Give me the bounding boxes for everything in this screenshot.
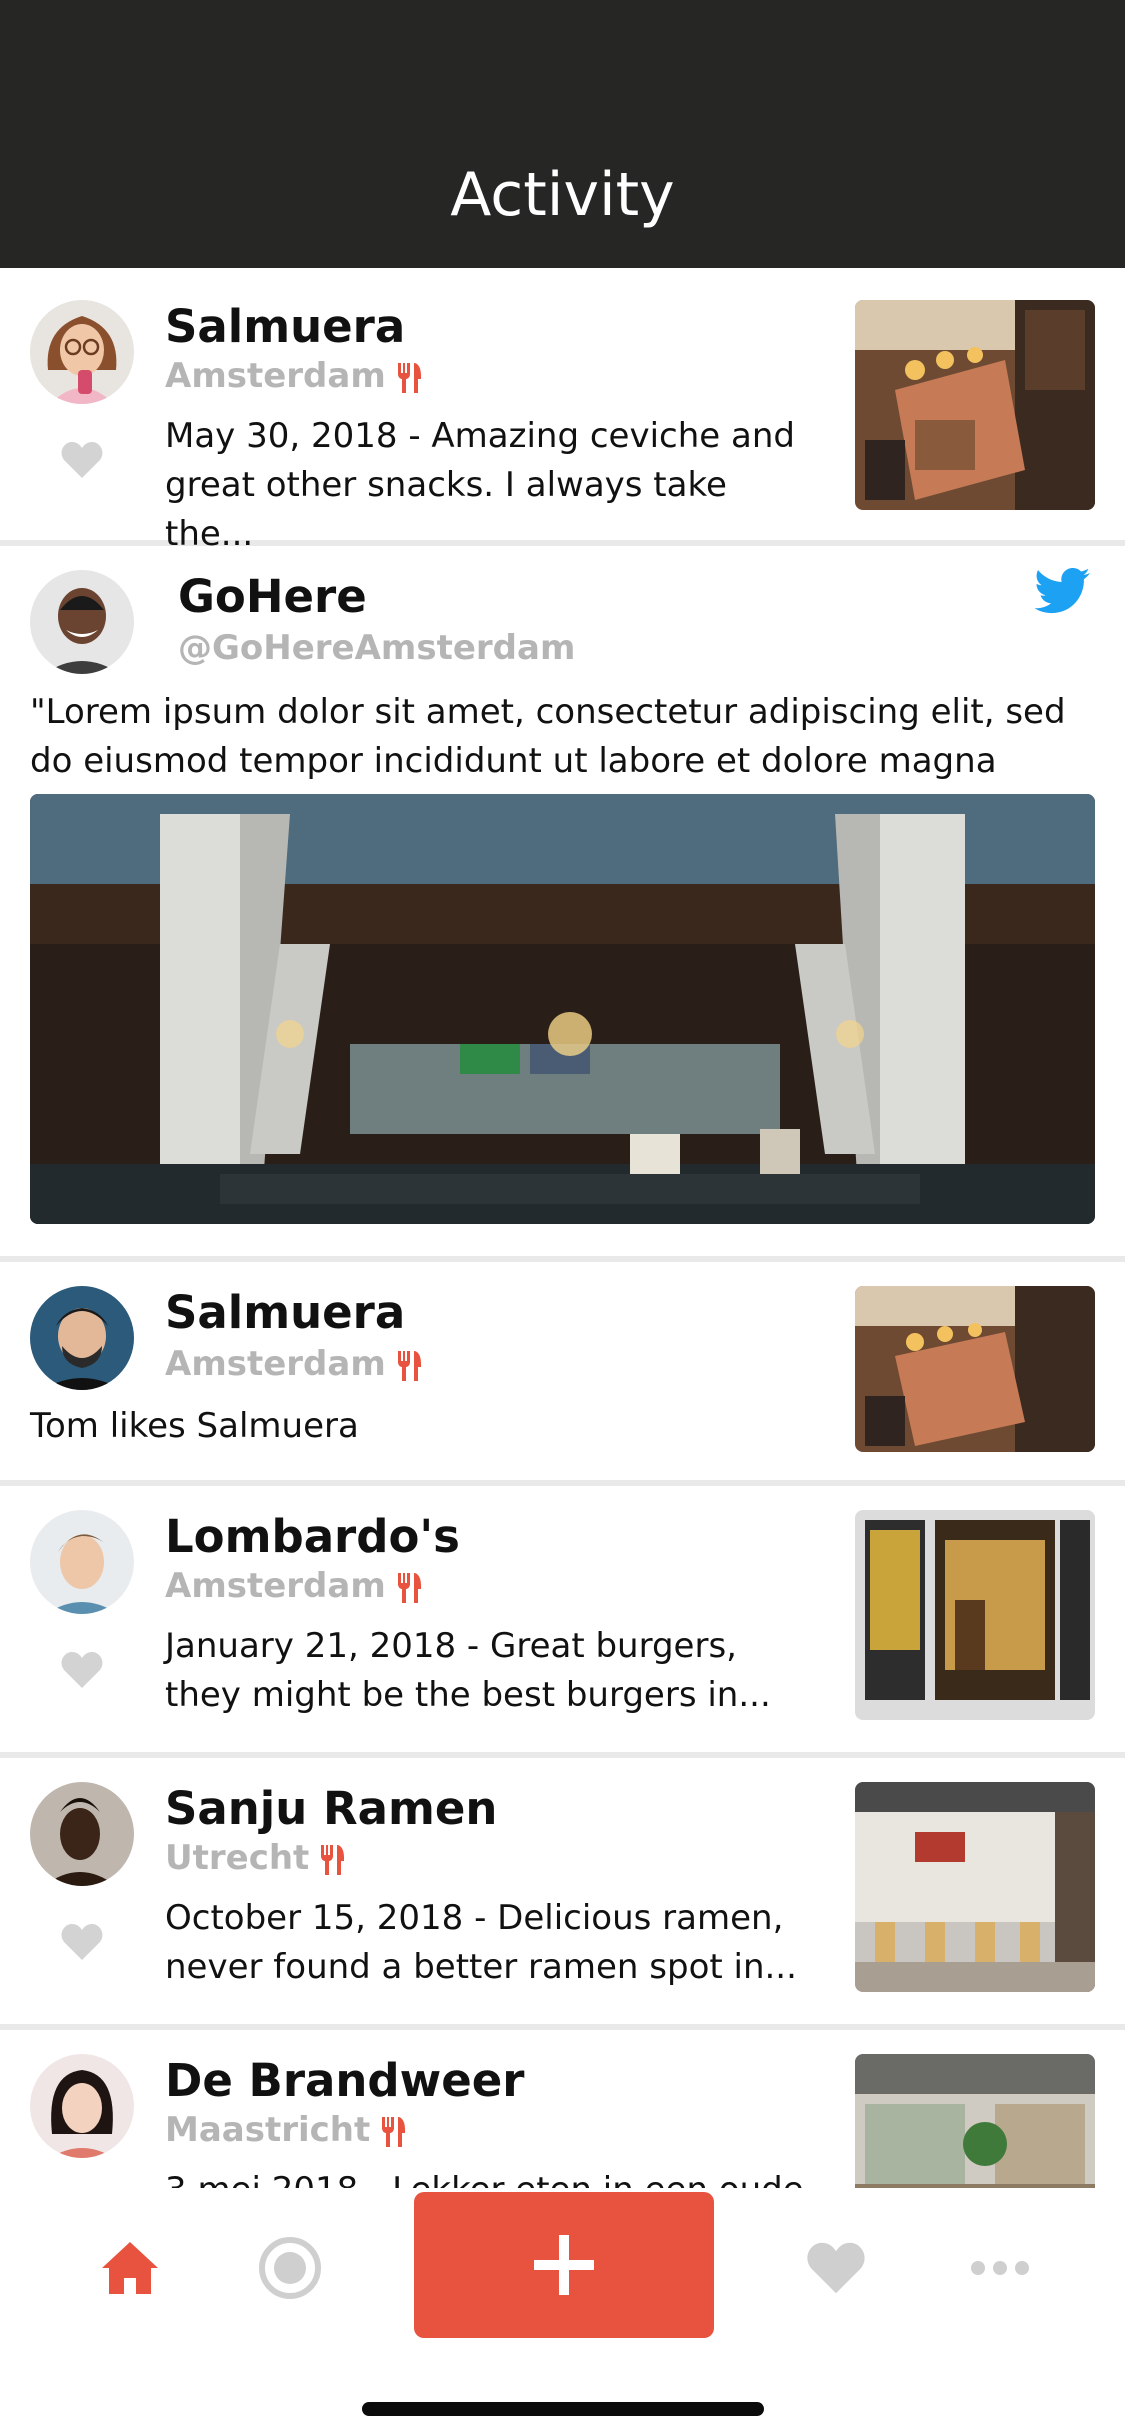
- place-city: Maastricht: [165, 2110, 408, 2150]
- heart-icon[interactable]: [804, 2240, 868, 2296]
- review-text: May 30, 2018 - Amazing ceviche and great…: [165, 416, 795, 554]
- place-name[interactable]: De Brandweer: [165, 2054, 524, 2107]
- twitter-handle[interactable]: @GoHereAmsterdam: [178, 628, 575, 668]
- place-city: Utrecht: [165, 1838, 347, 1878]
- plus-icon: [534, 2235, 594, 2295]
- avatar[interactable]: [30, 1510, 134, 1614]
- avatar[interactable]: [30, 300, 134, 404]
- place-name[interactable]: Lombardo's: [165, 1510, 460, 1563]
- heart-icon[interactable]: [60, 440, 104, 480]
- tweet-photo[interactable]: [30, 794, 1095, 1224]
- more-icon[interactable]: [970, 2258, 1030, 2278]
- place-photo[interactable]: [855, 300, 1095, 510]
- place-name[interactable]: Salmuera: [165, 300, 405, 353]
- page-title: Activity: [450, 160, 675, 230]
- twitter-icon[interactable]: [1035, 568, 1091, 614]
- city-label: Utrecht: [165, 1838, 310, 1878]
- fork-knife-icon: [382, 2116, 406, 2147]
- place-photo[interactable]: [855, 1782, 1095, 1992]
- feed-item[interactable]: Sanju Ramen Utrecht October 15, 2018 - D…: [0, 1758, 1125, 2024]
- city-label: Amsterdam: [165, 1344, 386, 1384]
- fork-knife-icon: [397, 1350, 421, 1381]
- activity-text: Tom likes Salmuera: [30, 1406, 359, 1446]
- review-text: 3 mei 2018 - Lekker eten in een oude bra…: [165, 2166, 815, 2188]
- nav-header: Activity: [0, 0, 1125, 268]
- place-city: Amsterdam: [165, 1566, 424, 1606]
- heart-icon[interactable]: [60, 1922, 104, 1962]
- place-city: Amsterdam: [165, 1344, 424, 1384]
- city-label: Maastricht: [165, 2110, 371, 2150]
- add-button[interactable]: [414, 2192, 714, 2338]
- avatar[interactable]: [30, 2054, 134, 2158]
- account-name[interactable]: GoHere: [178, 570, 367, 623]
- feed-item[interactable]: Lombardo's Amsterdam January 21, 2018 - …: [0, 1486, 1125, 1752]
- activity-feed[interactable]: Salmuera Amsterdam May 30, 2018 - Amazin…: [0, 268, 1125, 2188]
- feed-item[interactable]: Salmuera Amsterdam Tom likes Salmuera: [0, 1262, 1125, 1480]
- home-indicator: [362, 2402, 764, 2416]
- feed-item[interactable]: De Brandweer Maastricht 3 mei 2018 - Lek…: [0, 2030, 1125, 2188]
- heart-icon[interactable]: [60, 1650, 104, 1690]
- city-label: Amsterdam: [165, 356, 386, 396]
- fork-knife-icon: [397, 362, 421, 393]
- feed-item-tweet[interactable]: GoHere @GoHereAmsterdam "Lorem ipsum dol…: [0, 546, 1125, 1256]
- fork-knife-icon: [397, 1572, 421, 1603]
- city-label: Amsterdam: [165, 1566, 386, 1606]
- feed-item[interactable]: Salmuera Amsterdam May 30, 2018 - Amazin…: [0, 268, 1125, 554]
- record-icon[interactable]: [258, 2236, 322, 2300]
- review-text: October 15, 2018 - Delicious ramen, neve…: [165, 1898, 797, 1987]
- avatar[interactable]: [30, 570, 134, 674]
- place-photo[interactable]: [855, 1510, 1095, 1720]
- review-text: January 21, 2018 - Great burgers, they m…: [165, 1626, 771, 1715]
- place-photo[interactable]: [855, 2054, 1095, 2188]
- fork-knife-icon: [321, 1844, 345, 1875]
- tab-bar: [0, 2188, 1125, 2436]
- tweet-text: "Lorem ipsum dolor sit amet, consectetur…: [30, 692, 1066, 781]
- place-city: Amsterdam: [165, 356, 424, 396]
- place-name[interactable]: Salmuera: [165, 1286, 405, 1339]
- avatar[interactable]: [30, 1782, 134, 1886]
- place-photo[interactable]: [855, 1286, 1095, 1452]
- place-name[interactable]: Sanju Ramen: [165, 1782, 497, 1835]
- avatar[interactable]: [30, 1286, 134, 1390]
- home-icon[interactable]: [100, 2240, 160, 2296]
